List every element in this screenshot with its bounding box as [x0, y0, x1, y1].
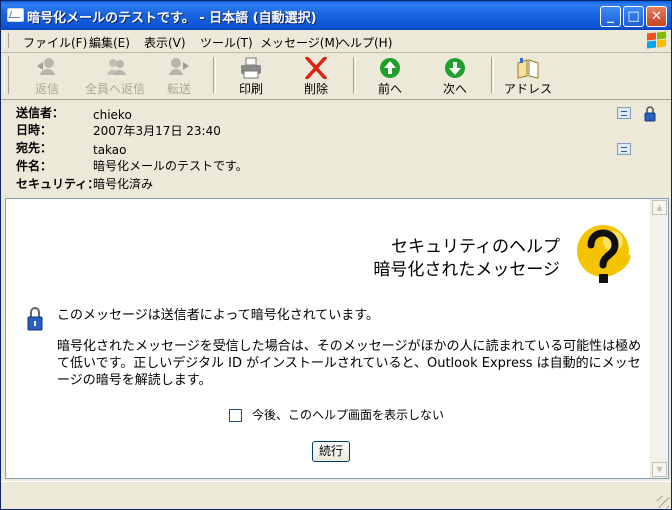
message-headers: 送信者： chieko 日時： 2007年3月17日 23:40 宛先： tak…: [1, 100, 671, 196]
delete-x-icon: [304, 56, 328, 80]
previous-button[interactable]: 前へ: [362, 55, 418, 97]
date-value: 2007年3月17日 23:40: [93, 124, 221, 138]
encryption-description-text: 暗号化されたメッセージを受信した場合は、そのメッセージがほかの人に読まれている可…: [57, 339, 642, 388]
window-title: 暗号化メールのテストです。 - 日本語 (自動選択): [27, 11, 317, 26]
security-label: セキュリティ：: [16, 177, 100, 191]
toolbar-grip[interactable]: [4, 56, 9, 94]
toolbar: 返信 全員へ返信 転送 印刷 削除 前へ 次へ アドレス: [1, 53, 671, 100]
dont-show-again-checkbox[interactable]: [229, 409, 242, 422]
lock-icon: [27, 305, 43, 331]
delete-label: 削除: [303, 82, 328, 96]
addresses-label: アドレス: [503, 82, 552, 96]
help-title-line1: セキュリティのヘルプ: [391, 237, 560, 257]
forward-icon: [167, 57, 191, 79]
next-label: 次へ: [442, 82, 467, 96]
scroll-up-arrow-icon[interactable]: ▲: [652, 200, 667, 215]
message-body: セキュリティのヘルプ 暗号化されたメッセージ このメッセージは送信者によって暗号…: [5, 198, 669, 479]
resize-grip-icon[interactable]: [657, 496, 669, 508]
maximize-button[interactable]: □: [623, 6, 644, 27]
reply-all-label: 全員へ返信: [85, 82, 146, 96]
help-question-mark-icon: [573, 221, 631, 293]
security-value: 暗号化済み: [93, 177, 154, 191]
previous-label: 前へ: [377, 82, 402, 96]
menu-view[interactable]: 表示(V): [144, 34, 186, 51]
menu-message[interactable]: メッセージ(M): [260, 34, 339, 51]
down-arrow-icon: [443, 57, 467, 79]
subject-value: 暗号化メールのテストです。: [93, 159, 248, 173]
date-label: 日時：: [16, 123, 53, 137]
to-label: 宛先：: [16, 141, 53, 155]
up-arrow-icon: [378, 57, 402, 79]
windows-logo-icon: [645, 31, 667, 49]
reply-all-icon: [103, 57, 127, 79]
toolbar-separator: [491, 57, 494, 93]
encryption-intro-text: このメッセージは送信者によって暗号化されています。: [57, 308, 380, 323]
toolbar-separator: [213, 57, 216, 93]
dont-show-again-row[interactable]: 今後、このヘルプ画面を表示しない: [229, 406, 444, 423]
menu-grip[interactable]: [4, 33, 9, 48]
help-title: セキュリティのヘルプ 暗号化されたメッセージ: [373, 236, 560, 282]
dont-show-again-label[interactable]: 今後、このヘルプ画面を表示しない: [252, 408, 444, 422]
delete-button[interactable]: 削除: [288, 55, 344, 97]
address-book-icon: [516, 57, 540, 79]
message-icon: [7, 8, 24, 22]
print-button[interactable]: 印刷: [223, 55, 279, 97]
menu-file[interactable]: ファイル(F): [23, 34, 87, 51]
reply-all-button[interactable]: 全員へ返信: [85, 55, 145, 97]
close-button[interactable]: ✕: [646, 6, 667, 27]
reply-button[interactable]: 返信: [19, 55, 75, 97]
continue-button[interactable]: 続行: [312, 441, 350, 462]
reply-icon: [35, 57, 59, 79]
to-expand-button[interactable]: [617, 143, 631, 155]
encryption-lock-icon[interactable]: [644, 106, 656, 122]
outlook-express-message-window: 暗号化メールのテストです。 - 日本語 (自動選択) _ □ ✕ ファイル(F)…: [0, 0, 672, 510]
toolbar-separator: [353, 57, 356, 93]
from-value[interactable]: chieko: [93, 108, 132, 122]
help-title-line2: 暗号化されたメッセージ: [373, 260, 560, 280]
scroll-down-arrow-icon[interactable]: ▼: [652, 462, 667, 477]
addresses-button[interactable]: アドレス: [500, 55, 556, 97]
menu-bar: ファイル(F) 編集(E) 表示(V) ツール(T) メッセージ(M) ヘルプ(…: [1, 30, 671, 53]
reply-label: 返信: [34, 82, 59, 96]
forward-button[interactable]: 転送: [151, 55, 207, 97]
to-value[interactable]: takao: [93, 143, 127, 157]
from-label: 送信者：: [16, 106, 65, 120]
from-expand-button[interactable]: [617, 107, 631, 119]
subject-label: 件名：: [16, 159, 53, 173]
forward-label: 転送: [166, 82, 191, 96]
vertical-scrollbar[interactable]: ▲ ▼: [650, 199, 668, 478]
next-button[interactable]: 次へ: [427, 55, 483, 97]
print-label: 印刷: [238, 82, 263, 96]
menu-tools[interactable]: ツール(T): [200, 34, 253, 51]
menu-edit[interactable]: 編集(E): [89, 34, 130, 51]
printer-icon: [239, 57, 263, 79]
title-bar[interactable]: 暗号化メールのテストです。 - 日本語 (自動選択) _ □ ✕: [1, 1, 671, 30]
status-bar: [1, 481, 671, 510]
minimize-button[interactable]: _: [600, 6, 621, 27]
menu-help[interactable]: ヘルプ(H): [338, 34, 392, 51]
